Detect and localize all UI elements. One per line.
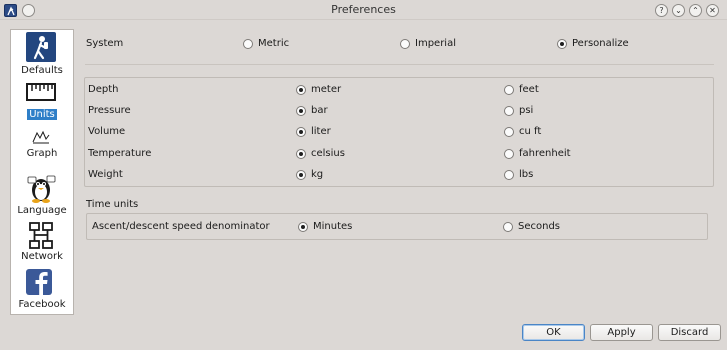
ok-button[interactable]: OK [522,324,585,341]
temperature-fahrenheit-radio[interactable] [504,149,514,159]
depth-meter-label[interactable]: meter [311,84,341,95]
divider [85,64,714,65]
seconds-label[interactable]: Seconds [518,221,560,232]
pressure-psi-radio[interactable] [504,106,514,116]
system-metric-label[interactable]: Metric [258,38,289,49]
pressure-bar-label[interactable]: bar [311,105,328,116]
weight-lbs-label[interactable]: lbs [519,169,533,180]
sidebar-item-label: Language [17,205,67,216]
sidebar-item-label: Graph [26,148,58,159]
discard-button[interactable]: Discard [658,324,721,341]
system-imperial-radio[interactable] [400,39,410,49]
depth-feet-label[interactable]: feet [519,84,539,95]
sidebar-item-language[interactable]: Language [11,175,73,219]
units-group [84,77,714,187]
system-imperial-label[interactable]: Imperial [415,38,456,49]
maximize-button[interactable]: ⌃ [689,4,702,17]
volume-liter-label[interactable]: liter [311,126,331,137]
weight-label: Weight [88,169,123,180]
sidebar-item-label: Network [21,251,63,262]
facebook-icon [26,269,52,295]
close-button[interactable]: ✕ [706,4,719,17]
pressure-label: Pressure [88,105,131,116]
sidebar-item-label: Defaults [21,65,63,76]
graph-icon [32,130,50,144]
network-icon [26,222,56,250]
temperature-label: Temperature [88,148,152,159]
system-metric-radio[interactable] [243,39,253,49]
volume-liter-radio[interactable] [296,127,306,137]
sidebar-item-label: Units [27,109,57,120]
depth-meter-radio[interactable] [296,85,306,95]
sidebar-item-network[interactable]: Network [11,222,73,264]
weight-lbs-radio[interactable] [504,170,514,180]
sidebar-item-units[interactable]: Units [11,80,73,122]
sidebar-item-graph[interactable]: Graph [11,128,73,162]
volume-cuft-radio[interactable] [504,127,514,137]
window-title: Preferences [331,3,396,16]
sidebar-item-label: Facebook [18,299,66,310]
temperature-fahrenheit-label[interactable]: fahrenheit [519,148,571,159]
pressure-psi-label[interactable]: psi [519,105,533,116]
sidebar-item-defaults[interactable]: Defaults [11,32,73,78]
temperature-celsius-label[interactable]: celsius [311,148,345,159]
temperature-celsius-radio[interactable] [296,149,306,159]
system-personalize-label[interactable]: Personalize [572,38,629,49]
time-units-title: Time units [86,199,139,210]
system-personalize-radio[interactable] [557,39,567,49]
volume-cuft-label[interactable]: cu ft [519,126,541,137]
ruler-icon [26,82,56,102]
pressure-bar-radio[interactable] [296,106,306,116]
minutes-label[interactable]: Minutes [313,221,352,232]
seconds-radio[interactable] [503,222,513,232]
depth-feet-radio[interactable] [504,85,514,95]
volume-label: Volume [88,126,126,137]
weight-kg-label[interactable]: kg [311,169,323,180]
apply-button[interactable]: Apply [590,324,653,341]
shade-button[interactable]: ⌄ [672,4,685,17]
minutes-radio[interactable] [298,222,308,232]
diver-icon [26,32,56,62]
preferences-sidebar: Defaults Units Graph Language Network Fa… [10,29,74,315]
speed-denominator-label: Ascent/descent speed denominator [92,221,270,232]
depth-label: Depth [88,84,119,95]
help-button[interactable]: ? [655,4,668,17]
title-bar: Preferences ? ⌄ ⌃ ✕ [0,0,727,20]
system-label: System [86,38,124,49]
sidebar-item-facebook[interactable]: Facebook [11,268,73,312]
weight-kg-radio[interactable] [296,170,306,180]
penguin-icon [26,175,56,203]
